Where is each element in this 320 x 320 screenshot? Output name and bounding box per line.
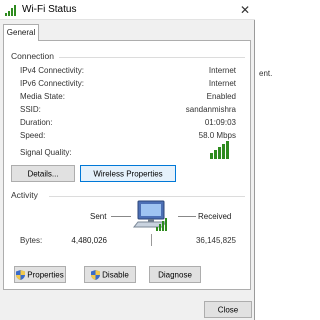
sent-line (111, 216, 131, 217)
network-computer-icon (132, 200, 168, 231)
signal-quality-icon (210, 141, 229, 159)
signal-bar-1 (210, 153, 213, 159)
activity-heading: Activity (11, 190, 38, 200)
bytes-received-value: 36,145,825 (195, 236, 236, 245)
speed-label: Speed: (20, 131, 46, 140)
close-button[interactable]: Close (204, 301, 252, 318)
diagnose-button[interactable]: Diagnose (149, 266, 201, 283)
details-button[interactable]: Details... (11, 165, 75, 182)
wifi-status-dialog: Wi-Fi Status ✕ General Connection IPv4 C… (0, 0, 255, 320)
disable-button-label: Disable (102, 270, 129, 280)
signal-bar-5 (226, 141, 229, 159)
sent-label: Sent (90, 212, 107, 221)
signal-bar-3 (218, 147, 221, 159)
bytes-label: Bytes: (20, 236, 43, 245)
window-title: Wi-Fi Status (22, 4, 77, 15)
general-panel: Connection IPv4 Connectivity: Internet I… (3, 40, 251, 290)
received-line (178, 216, 196, 217)
background-window-text: ent. (259, 69, 273, 78)
ssid-value: sandanmishra (185, 105, 236, 114)
media-state-label: Media State: (20, 92, 65, 101)
properties-button-label: Properties (27, 270, 64, 280)
speed-value: 58.0 Mbps (198, 131, 236, 140)
media-state-value: Enabled (206, 92, 236, 101)
signal-bar-2 (214, 150, 217, 159)
wireless-properties-button[interactable]: Wireless Properties (80, 165, 176, 182)
duration-label: Duration: (20, 118, 53, 127)
uac-shield-icon (91, 269, 101, 280)
tab-general[interactable]: General (3, 24, 39, 41)
close-window-button[interactable]: ✕ (236, 1, 254, 19)
close-button-label: Close (217, 305, 239, 315)
connection-divider (59, 57, 245, 58)
ssid-label: SSID: (20, 105, 41, 114)
bytes-sent-value: 4,480,026 (71, 236, 107, 245)
ipv4-label: IPv4 Connectivity: (20, 66, 85, 75)
ipv6-label: IPv6 Connectivity: (20, 79, 85, 88)
wifi-signal-icon (5, 5, 16, 16)
signal-quality-label: Signal Quality: (20, 148, 72, 157)
wireless-properties-button-label: Wireless Properties (93, 169, 163, 179)
duration-value: 01:09:03 (204, 118, 236, 127)
disable-button[interactable]: Disable (84, 266, 136, 283)
diagnose-button-label: Diagnose (158, 270, 192, 280)
uac-shield-icon (16, 269, 26, 280)
received-label: Received (198, 212, 232, 221)
ipv4-value: Internet (208, 66, 236, 75)
ipv6-value: Internet (208, 79, 236, 88)
properties-button[interactable]: Properties (14, 266, 66, 283)
details-button-label: Details... (27, 169, 59, 179)
connection-heading: Connection (11, 51, 55, 61)
bytes-separator (151, 234, 152, 246)
title-bar[interactable]: Wi-Fi Status ✕ (0, 0, 255, 20)
signal-bar-4 (222, 144, 225, 159)
